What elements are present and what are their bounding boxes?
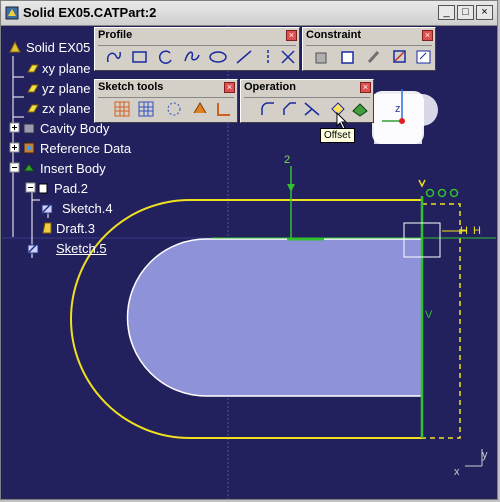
corner-y-label: y — [482, 449, 488, 461]
plane-icon — [27, 84, 39, 93]
catpart-icon — [5, 6, 19, 20]
construction-element-icon[interactable] — [164, 99, 184, 119]
circle-icon[interactable] — [156, 47, 176, 67]
maximize-button[interactable]: □ — [457, 5, 474, 20]
toolbar-close-button[interactable]: × — [422, 30, 433, 41]
expand-plus-icon[interactable] — [8, 121, 22, 135]
v-axis-label: V — [425, 309, 433, 321]
toolbar-title[interactable]: Constraint — [303, 28, 435, 43]
point-icon[interactable] — [278, 47, 298, 67]
offset-tooltip: Offset — [320, 128, 355, 143]
toolbar-title[interactable]: Sketch tools — [95, 80, 237, 95]
tree-item-label: Reference Data — [40, 141, 132, 156]
body-icon — [23, 123, 35, 134]
minimize-button[interactable]: _ — [438, 5, 455, 20]
constraint-icon[interactable] — [338, 47, 358, 67]
tree-item-label: zx plane — [42, 101, 91, 116]
tree-item-label: Sketch.4 — [62, 201, 113, 216]
tree-item-label: xy plane — [42, 61, 91, 76]
profile-toolbar[interactable]: Profile × — [94, 27, 300, 71]
window-title: Solid EX05.CATPart:2 — [23, 5, 157, 20]
body-icon — [23, 163, 35, 172]
close-button[interactable]: × — [476, 5, 493, 20]
plane-icon — [27, 104, 39, 113]
edit-multi-constraint-icon[interactable] — [414, 47, 434, 67]
axis-icon[interactable] — [258, 47, 278, 67]
tree-item-label: Sketch.5 — [56, 241, 107, 256]
profile-icon[interactable] — [104, 47, 124, 67]
constraint-toolbar[interactable]: Constraint × — [302, 27, 436, 71]
line-icon[interactable] — [234, 47, 254, 67]
tree-item-label: Insert Body — [40, 161, 106, 176]
tree-item-label: Pad.2 — [54, 181, 88, 196]
h-axis-label-1: H — [460, 225, 468, 237]
sketch-icon — [27, 243, 39, 254]
toolbar-close-button[interactable]: × — [360, 82, 371, 93]
ellipse-icon[interactable] — [208, 47, 228, 67]
sketch-canvas[interactable]: 2 H H V z x y Solid EX05 xy plane yz pla… — [2, 26, 496, 499]
geometrical-constraints-icon[interactable] — [190, 99, 210, 119]
tree-item-label: yz plane — [42, 81, 91, 96]
dimension-value[interactable]: 2 — [284, 154, 290, 166]
grid-icon[interactable] — [112, 99, 132, 119]
part-icon — [9, 40, 21, 53]
snap-to-point-icon[interactable] — [136, 99, 156, 119]
corner-x-label: x — [454, 466, 460, 478]
title-bar[interactable]: Solid EX05.CATPart:2 _ □ × — [1, 1, 497, 26]
rectangle-icon[interactable] — [130, 47, 150, 67]
plane-icon — [27, 64, 39, 73]
tool-row — [244, 97, 370, 120]
chamfer-icon[interactable] — [280, 99, 300, 119]
sketch-tools-toolbar[interactable]: Sketch tools × — [94, 79, 238, 123]
h-axis-label-2: H — [473, 225, 481, 237]
toolbar-close-button[interactable]: × — [286, 30, 297, 41]
catia-window: Solid EX05.CATPart:2 _ □ × 2 H H V z x y… — [0, 0, 498, 500]
tree-item-label: Draft.3 — [56, 221, 96, 236]
toolbar-close-button[interactable]: × — [224, 82, 235, 93]
tool-row — [306, 45, 432, 68]
tool-row — [98, 45, 296, 68]
toolbar-title[interactable]: Profile — [95, 28, 299, 43]
collapse-minus-icon[interactable] — [8, 161, 22, 175]
reference-icon — [23, 142, 35, 154]
sketch-icon — [41, 203, 53, 214]
tool-row — [98, 97, 234, 120]
tree-root-label: Solid EX05 — [26, 40, 91, 55]
trim-icon[interactable] — [302, 99, 322, 119]
draft-icon — [42, 222, 52, 234]
pad-icon — [38, 183, 48, 194]
contact-constraint-icon[interactable] — [364, 47, 384, 67]
corner-icon[interactable] — [258, 99, 278, 119]
inner-profile — [126, 238, 423, 397]
spline-icon[interactable] — [182, 47, 202, 67]
tree-item-label: Cavity Body — [40, 121, 110, 136]
project-3d-elements-icon[interactable] — [350, 99, 370, 119]
fix-together-icon[interactable] — [390, 47, 410, 67]
operation-toolbar[interactable]: Operation × — [240, 79, 374, 123]
compass-z-label: z — [395, 103, 401, 115]
toolbar-title[interactable]: Operation — [241, 80, 373, 95]
constraint-dialog-icon[interactable] — [312, 47, 332, 67]
expand-plus-icon[interactable] — [8, 141, 22, 155]
dimensional-constraints-icon[interactable] — [214, 99, 234, 119]
